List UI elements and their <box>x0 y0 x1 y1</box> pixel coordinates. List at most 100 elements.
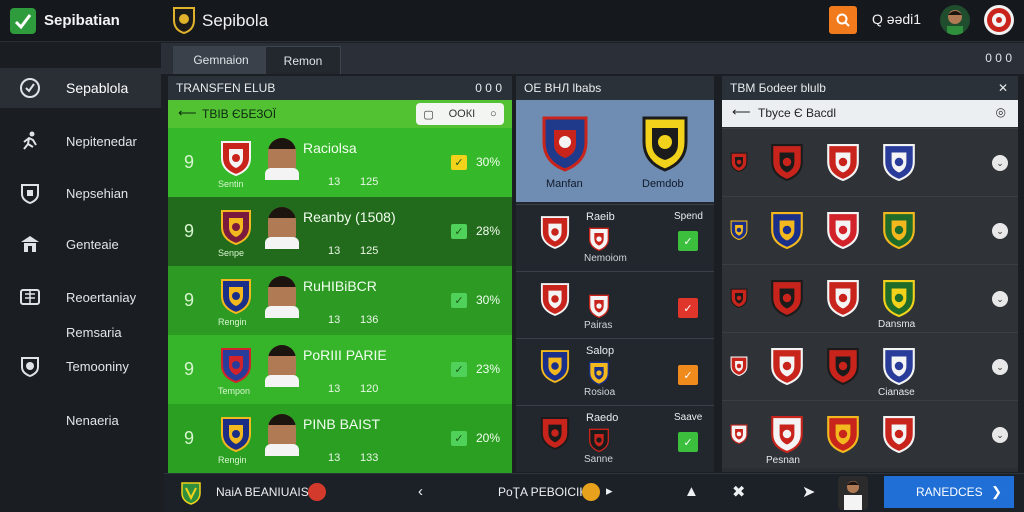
sidebar-item-nenaeria[interactable]: Nenaeria <box>0 400 161 440</box>
club-crest-icon <box>220 278 252 315</box>
tab-gemnaion[interactable]: Gemnaion <box>173 46 269 74</box>
back-arrow-icon[interactable]: ⟵ <box>732 104 751 120</box>
player-row[interactable]: 9 Tempon PoRIII PARIE 13 120 ✓ 23% <box>168 335 512 405</box>
top-bar: Sepibatian Sepibola Q əədi1 <box>0 0 1024 42</box>
ball-icon <box>582 483 600 501</box>
sidebar-item-temooniny[interactable]: Temooniny <box>0 346 161 386</box>
club-crest-icon <box>882 211 916 250</box>
checkbox[interactable]: ✓ <box>451 293 467 308</box>
checkbox[interactable]: ✓ <box>451 224 467 239</box>
filter-control[interactable]: ▢ OOКI ○ <box>416 103 504 125</box>
featured-matchup[interactable]: Manfan Demdob <box>516 100 714 202</box>
club-crest-icon <box>540 349 570 383</box>
sprint-icon <box>18 129 42 153</box>
chevron-down-icon[interactable]: ⌄ <box>992 291 1008 307</box>
app-logo-icon[interactable] <box>10 8 36 34</box>
search-button[interactable] <box>829 6 857 34</box>
player-portrait <box>268 207 296 241</box>
player-row[interactable]: 9 Rengin PINB BAIST 13 133 ✓ 20% <box>168 404 512 474</box>
cursor-icon[interactable]: ➤ <box>802 482 815 502</box>
panel-header-controls[interactable]: 0 0 0 <box>475 81 502 95</box>
club-badge-icon[interactable] <box>984 5 1014 35</box>
player-portrait <box>268 345 296 379</box>
close-icon[interactable]: ✕ <box>998 81 1008 95</box>
team-label: Demdob <box>642 178 684 190</box>
sidebar-item-nepitenedar[interactable]: Nepitenedar <box>0 121 161 161</box>
chance-percent: 30% <box>476 293 501 307</box>
club-row[interactable]: Dansma ⌄ <box>722 264 1018 332</box>
sidebar-item-label: Reoertaniay <box>66 289 137 305</box>
target-icon[interactable]: ◎ <box>996 105 1006 119</box>
status-badge[interactable]: ✓ <box>678 432 698 452</box>
match-row[interactable]: Pairas ✓ <box>516 271 714 337</box>
sidebar-item-label: Nepsehian <box>66 185 129 201</box>
tab-bar-controls[interactable]: 0 0 0 <box>985 51 1012 65</box>
sidebar-item-label: Genteaie <box>66 236 119 252</box>
chance-percent: 28% <box>476 224 501 238</box>
club-crest-icon <box>588 428 610 453</box>
user-label[interactable]: Q əədi1 <box>872 11 921 27</box>
rank-number: 9 <box>184 152 195 172</box>
club-crest-icon <box>882 143 916 182</box>
player-rating: 120 <box>360 383 379 395</box>
sidebar-item-label: Nenaeria <box>66 412 119 428</box>
sidebar-item-label: Sepablola <box>66 80 129 96</box>
continue-button[interactable]: RANEDCES ❯ <box>884 476 1014 508</box>
club-label: Pesnan <box>766 455 800 466</box>
chevron-down-icon[interactable]: ⌄ <box>992 359 1008 375</box>
club-row[interactable]: ⌄ <box>722 196 1018 264</box>
panel-header: TBM Боdeer blulb ✕ <box>722 76 1018 100</box>
sidebar-item-sepablola[interactable]: Sepablola <box>0 68 161 108</box>
status-badge[interactable]: ✓ <box>678 365 698 385</box>
club-crest-icon <box>730 279 748 317</box>
chevron-down-icon[interactable]: ⌄ <box>992 223 1008 239</box>
chevron-right-icon[interactable]: ▸ <box>606 483 613 499</box>
back-arrow-icon[interactable]: ⟵ <box>178 105 197 121</box>
player-row[interactable]: 9 Sentin Raciolsa 13 125 ✓ 30% <box>168 128 512 198</box>
club-row[interactable]: ⌄ <box>722 128 1018 196</box>
status-badge[interactable]: ✓ <box>678 298 698 318</box>
crest-icon[interactable] <box>180 481 202 505</box>
search-icon: ○ <box>489 108 497 120</box>
player-row[interactable]: 9 Senpe Reanby (1508) 13 125 ✓ 28% <box>168 197 512 267</box>
tactics-icon[interactable]: ▲ <box>684 483 699 500</box>
player-age: 13 <box>328 314 341 326</box>
checkbox[interactable]: ✓ <box>451 431 467 446</box>
player-age: 13 <box>328 176 341 188</box>
match-sublabel: Sanne <box>584 454 613 465</box>
match-label: PoƮA PEBOICIK <box>498 485 588 499</box>
club-crest-icon <box>826 143 860 182</box>
search-icon <box>836 13 850 27</box>
match-sublabel: Pairas <box>584 320 613 331</box>
crossed-tools-icon[interactable]: ✖ <box>732 482 745 502</box>
status-badge[interactable]: ✓ <box>678 231 698 251</box>
player-rating: 125 <box>360 245 379 257</box>
club-row[interactable]: Cianase ⌄ <box>722 332 1018 400</box>
chevron-down-icon[interactable]: ⌄ <box>992 427 1008 443</box>
club-crest-icon <box>770 279 804 318</box>
match-row[interactable]: Raeib Nemoiom Spend ✓ <box>516 204 714 270</box>
club-label: Sentin <box>218 179 244 189</box>
tab-remon[interactable]: Remon <box>265 46 341 74</box>
club-crest-icon <box>882 347 916 386</box>
match-row[interactable]: Salop Rosioa ✓ <box>516 338 714 404</box>
player-shirt <box>265 237 299 249</box>
checkbox[interactable]: ✓ <box>451 155 467 170</box>
sidebar-item-genteaie[interactable]: Genteaie <box>0 224 161 264</box>
player-thumbnail[interactable] <box>838 476 868 510</box>
app-title: Sepibatian <box>44 12 120 29</box>
player-row[interactable]: 9 Rengin RuHIBiBCR 13 136 ✓ 30% <box>168 266 512 336</box>
player-shirt <box>265 375 299 387</box>
sidebar-item-reoertaniay[interactable]: Reoertaniay <box>0 277 161 317</box>
checkbox[interactable]: ✓ <box>451 362 467 377</box>
chevron-left-icon[interactable]: ‹ <box>418 483 423 500</box>
match-row[interactable]: Raedo Sanne Saave ✓ <box>516 405 714 471</box>
club-row[interactable]: Pesnan ⌄ <box>722 400 1018 468</box>
sidebar-item-label: Nepitenedar <box>66 133 137 149</box>
team-label: Manfan <box>546 178 583 190</box>
club-crest-icon <box>540 215 570 249</box>
chevron-down-icon[interactable]: ⌄ <box>992 155 1008 171</box>
avatar[interactable] <box>940 5 970 35</box>
match-label: Raeib <box>586 211 615 223</box>
sidebar-item-nepsehian[interactable]: Nepsehian <box>0 173 161 213</box>
